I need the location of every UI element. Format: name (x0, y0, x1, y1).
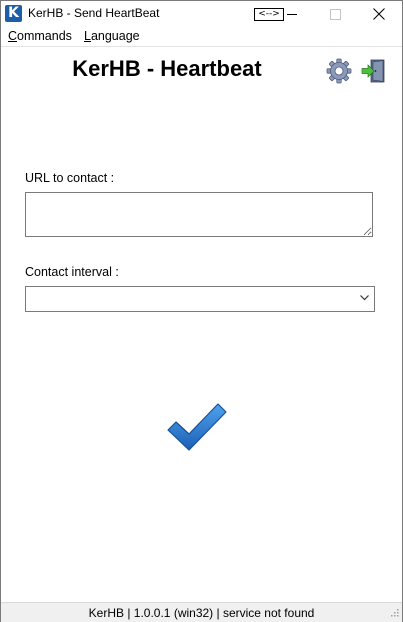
resize-grip-icon[interactable] (389, 607, 399, 617)
page-title-text: KerHB - Heartbeat (72, 56, 262, 81)
close-icon (373, 8, 385, 20)
minimize-icon (287, 14, 297, 15)
maximize-button (312, 1, 357, 27)
menu-commands-hotkey: C (8, 29, 18, 43)
checkmark-icon[interactable] (165, 401, 229, 453)
status-bar: KerHB | 1.0.0.1 (win32) | service not fo… (1, 602, 402, 622)
app-window: K KerHB - Send HeartBeat <--> Commands L… (0, 0, 403, 622)
window-title: KerHB - Send HeartBeat (28, 6, 160, 20)
title-bar[interactable]: K KerHB - Send HeartBeat <--> (1, 1, 402, 27)
app-icon: K (5, 5, 22, 22)
interval-select[interactable] (25, 286, 375, 312)
gear-icon[interactable] (326, 58, 352, 84)
chevron-down-icon (360, 295, 369, 301)
menu-language[interactable]: Language (84, 29, 140, 43)
menu-bar: Commands Language (1, 27, 402, 47)
url-input[interactable] (25, 192, 373, 237)
url-label: URL to contact : (25, 171, 115, 185)
page-title: KerHB - Heartbeat (1, 56, 331, 82)
minimize-button[interactable] (271, 1, 316, 27)
interval-label: Contact interval : (25, 265, 119, 279)
menu-language-label: anguage (90, 29, 140, 43)
exit-door-icon[interactable] (361, 58, 387, 84)
maximize-icon (330, 9, 341, 20)
menu-language-hotkey: L (84, 29, 91, 43)
menu-commands[interactable]: Commands (8, 29, 72, 43)
menu-commands-label: ommands (17, 29, 72, 43)
close-button[interactable] (357, 1, 402, 27)
status-text: KerHB | 1.0.0.1 (win32) | service not fo… (88, 606, 315, 620)
